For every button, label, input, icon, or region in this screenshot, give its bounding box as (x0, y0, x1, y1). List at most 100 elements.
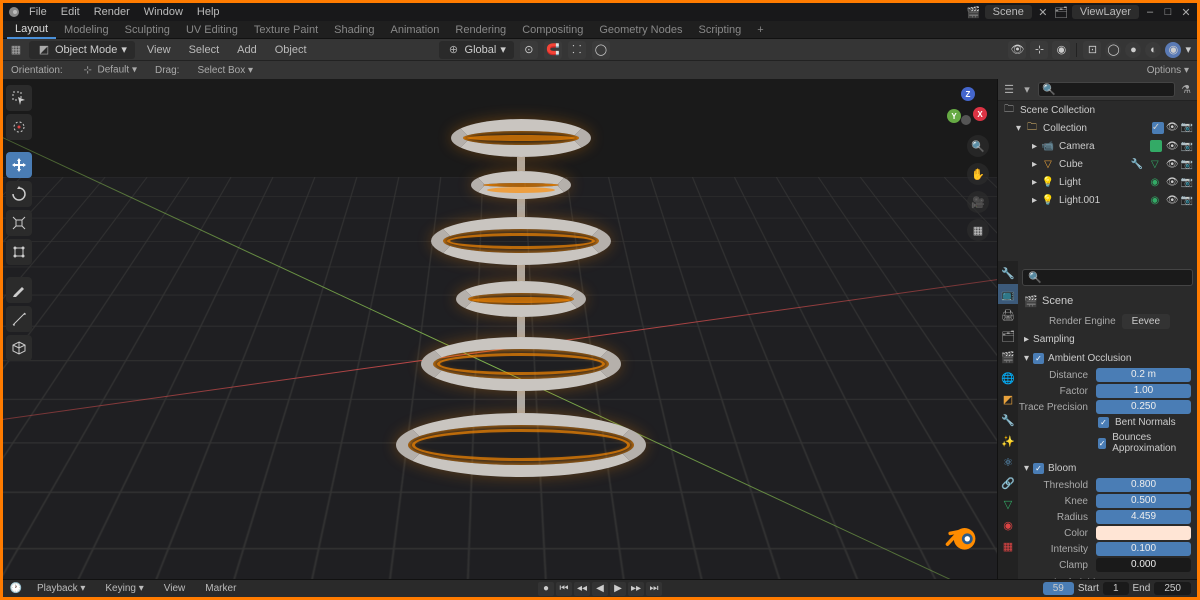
render-icon[interactable]: 📷 (1181, 122, 1193, 134)
snap-target-dropdown[interactable]: ⸬ (568, 41, 586, 59)
eye-icon[interactable]: 👁 (1166, 122, 1179, 134)
prop-tab-constraints[interactable]: 🔗 (998, 473, 1018, 493)
tab-layout[interactable]: Layout (7, 21, 56, 39)
overlay-toggle[interactable]: ◉ (1052, 41, 1070, 59)
auto-keying-toggle[interactable]: ● (538, 582, 554, 596)
prop-tab-world[interactable]: 🌐 (998, 368, 1018, 388)
prop-tab-texture[interactable]: ▦ (998, 536, 1018, 556)
bloom-radius-field[interactable]: 4.459 (1096, 510, 1191, 524)
timeline-editor-icon[interactable]: 🕐 (9, 582, 23, 596)
disclosure-icon[interactable]: ▸ (1032, 141, 1037, 152)
filter-icon[interactable]: ⚗ (1179, 83, 1193, 97)
snap-toggle[interactable]: 🧲 (544, 41, 562, 59)
bent-normals-checkbox[interactable]: ✓ (1098, 417, 1109, 428)
prop-tab-object[interactable]: ◩ (998, 389, 1018, 409)
play-reverse-button[interactable]: ◀ (592, 582, 608, 596)
bloom-knee-field[interactable]: 0.500 (1096, 494, 1191, 508)
bloom-checkbox[interactable]: ✓ (1033, 463, 1044, 474)
panel-bloom[interactable]: ▾ ✓ Bloom (1018, 460, 1197, 477)
options-dropdown[interactable]: Options ▾ (1147, 65, 1189, 76)
mode-dropdown[interactable]: ◩ Object Mode ▾ (29, 41, 135, 59)
prop-tab-scene[interactable]: 🎬 (998, 347, 1018, 367)
ao-trace-precision-field[interactable]: 0.250 (1096, 400, 1191, 414)
zoom-gizmo[interactable]: 🔍 (967, 135, 989, 157)
y-axis-handle[interactable]: Y (947, 109, 961, 123)
tab-geo-nodes[interactable]: Geometry Nodes (591, 22, 690, 38)
outliner-display-mode[interactable]: ▾ (1020, 83, 1034, 97)
scene-datablock-header[interactable]: 🎬 Scene (1018, 290, 1197, 312)
ao-distance-field[interactable]: 0.2 m (1096, 368, 1191, 382)
timeline-keying[interactable]: Keying ▾ (99, 581, 149, 596)
properties-search-input[interactable] (1022, 269, 1193, 286)
shading-rendered[interactable]: ◉ (1165, 42, 1181, 58)
bloom-color-field[interactable] (1096, 526, 1191, 540)
tool-measure[interactable] (6, 306, 32, 332)
menu-window[interactable]: Window (138, 4, 189, 20)
tab-modeling[interactable]: Modeling (56, 22, 117, 38)
drag-mode-dropdown[interactable]: Select Box ▾ (191, 64, 259, 77)
header-view[interactable]: View (141, 42, 177, 58)
outliner-item-camera[interactable]: ▸ 📹 Camera 👁📷 (998, 137, 1197, 155)
header-add[interactable]: Add (231, 42, 263, 58)
timeline-marker[interactable]: Marker (199, 581, 242, 596)
tool-orientation-dropdown[interactable]: ⊹ Default ▾ (75, 62, 143, 78)
outliner-search-input[interactable] (1038, 82, 1175, 97)
render-icon[interactable]: 📷 (1181, 159, 1193, 170)
panel-sampling[interactable]: ▸ Sampling (1018, 331, 1197, 348)
prop-tab-modifier[interactable]: 🔧 (998, 410, 1018, 430)
scene-object-space-station[interactable] (381, 119, 661, 579)
shading-options-chevron[interactable]: ▾ (1185, 43, 1191, 56)
bounces-approx-checkbox[interactable]: ✓ (1098, 438, 1106, 449)
tab-scripting[interactable]: Scripting (690, 22, 749, 38)
outliner-collection[interactable]: ▾ 🗀 Collection ✓ 👁 📷 (998, 119, 1197, 137)
disclosure-icon[interactable]: ▸ (1032, 177, 1037, 188)
tool-annotate[interactable] (6, 277, 32, 303)
eye-icon[interactable]: 👁 (1166, 195, 1179, 206)
disclosure-icon[interactable]: ▸ (1032, 195, 1037, 206)
bloom-clamp-field[interactable]: 0.000 (1096, 558, 1191, 572)
pivot-point-button[interactable]: ⊙ (520, 41, 538, 59)
header-object[interactable]: Object (269, 42, 313, 58)
menu-render[interactable]: Render (88, 4, 136, 20)
prev-keyframe-button[interactable]: ◂◂ (574, 582, 590, 596)
tool-scale[interactable] (6, 210, 32, 236)
tab-add-workspace[interactable]: + (749, 22, 771, 38)
current-frame-field[interactable]: 59 (1043, 582, 1074, 595)
prop-tab-output[interactable]: 🖨 (998, 305, 1018, 325)
ao-checkbox[interactable]: ✓ (1033, 353, 1044, 364)
tool-add-cube[interactable] (6, 335, 32, 361)
new-scene-icon[interactable]: ✕ (1036, 5, 1050, 19)
scene-name-field[interactable]: Scene (985, 5, 1032, 19)
start-frame-field[interactable]: 1 (1103, 582, 1129, 595)
tool-move[interactable] (6, 152, 32, 178)
xray-toggle[interactable]: ⊡ (1083, 41, 1101, 59)
shading-solid[interactable]: ● (1125, 42, 1141, 58)
menu-help[interactable]: Help (191, 4, 226, 20)
pan-gizmo[interactable]: ✋ (967, 163, 989, 185)
disclosure-icon[interactable]: ▾ (1016, 123, 1021, 134)
end-frame-field[interactable]: 250 (1154, 582, 1191, 595)
tab-animation[interactable]: Animation (383, 22, 448, 38)
prop-tab-data[interactable]: ▽ (998, 494, 1018, 514)
render-icon[interactable]: 📷 (1181, 195, 1193, 206)
eye-icon[interactable]: 👁 (1166, 159, 1179, 170)
tool-select-box[interactable] (6, 85, 32, 111)
neg-z-handle[interactable] (961, 115, 971, 125)
camera-view-gizmo[interactable]: 🎥 (967, 191, 989, 213)
outliner-item-light[interactable]: ▸ 💡 Light ◉ 👁📷 (998, 173, 1197, 191)
eye-icon[interactable]: 👁 (1166, 177, 1179, 188)
x-axis-handle[interactable]: X (973, 107, 987, 121)
3d-viewport[interactable]: X Y Z 🔍 ✋ 🎥 ▦ (3, 79, 997, 579)
disclosure-icon[interactable]: ▸ (1032, 159, 1037, 170)
menu-file[interactable]: File (23, 4, 53, 20)
play-button[interactable]: ▶ (610, 582, 626, 596)
menu-edit[interactable]: Edit (55, 4, 86, 20)
exclude-checkbox[interactable]: ✓ (1152, 122, 1164, 134)
outliner-scene-collection[interactable]: 🗀 Scene Collection (998, 101, 1197, 119)
prop-tab-render[interactable]: 📺 (998, 284, 1018, 304)
timeline-view[interactable]: View (158, 581, 192, 596)
jump-to-start-button[interactable]: ⏮ (556, 582, 572, 596)
outliner-item-light001[interactable]: ▸ 💡 Light.001 ◉ 👁📷 (998, 191, 1197, 209)
tab-uv-editing[interactable]: UV Editing (178, 22, 246, 38)
nav-gizmo[interactable]: X Y Z (947, 87, 989, 129)
